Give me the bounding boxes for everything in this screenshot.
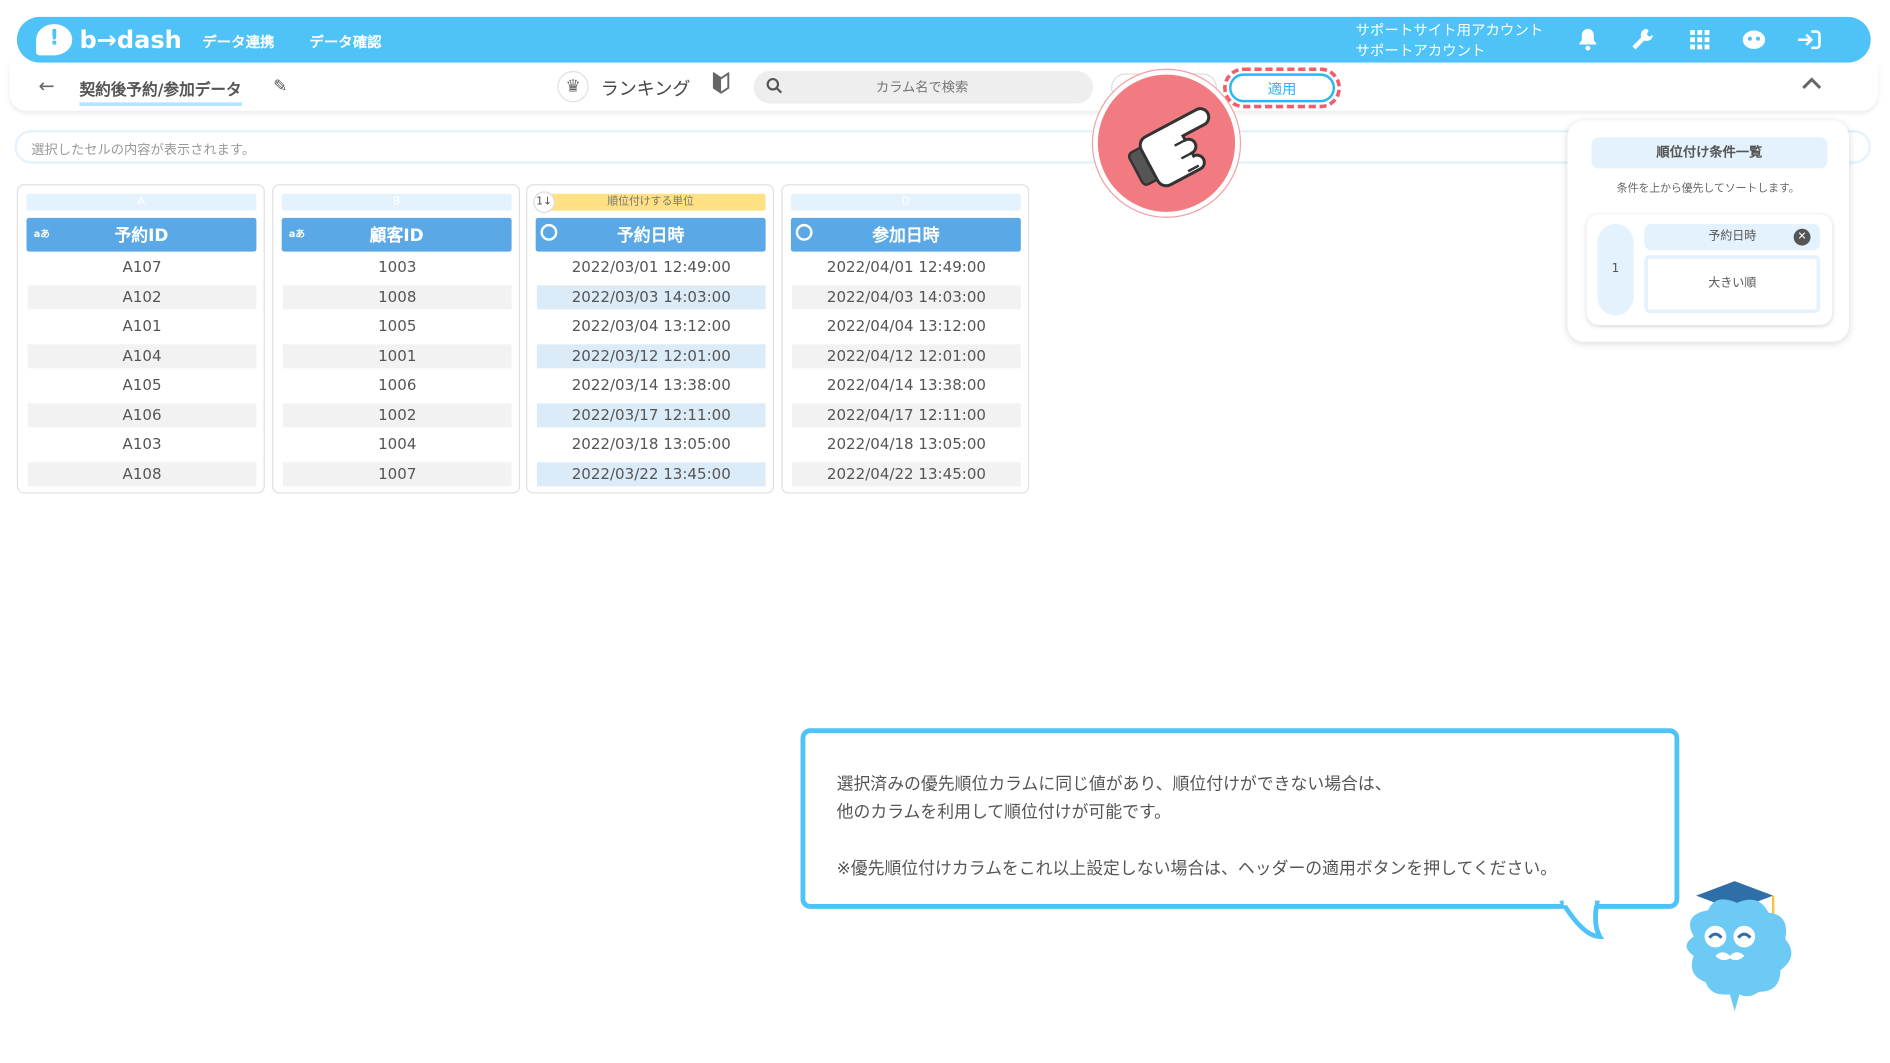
column-letter: D [790, 193, 1021, 211]
table-cell[interactable]: A107 [28, 255, 257, 279]
callout-tail [1559, 900, 1605, 939]
data-column-d[interactable]: D 参加日時 2022/04/01 12:49:00 2022/04/03 14… [781, 184, 1030, 494]
nav-data-integration[interactable]: データ連携 [202, 31, 274, 51]
wrench-icon[interactable] [1630, 26, 1656, 52]
grid-icon[interactable] [1687, 26, 1713, 52]
back-arrow-icon[interactable]: ← [39, 75, 55, 98]
table-cell[interactable]: 2022/04/17 12:11:00 [792, 402, 1021, 427]
collapse-chevron-icon[interactable] [1801, 72, 1823, 95]
table-cell[interactable]: 2022/03/22 13:45:00 [536, 461, 766, 486]
nav-data-check[interactable]: データ確認 [309, 31, 381, 51]
edit-pencil-icon[interactable]: ✎ [273, 77, 287, 96]
logout-icon[interactable] [1796, 26, 1822, 52]
table-cell[interactable]: A104 [27, 343, 257, 368]
column-letter: A [26, 193, 257, 211]
condition-column: 予約日時 ✕ [1644, 223, 1821, 251]
table-cell[interactable]: 2022/04/01 12:49:00 [792, 255, 1021, 279]
text-type-icon: aあ [288, 228, 306, 240]
account-line1: サポートサイト用アカウント [1355, 21, 1544, 39]
table-cell[interactable]: A108 [27, 461, 257, 486]
table-cell[interactable]: A102 [27, 284, 257, 309]
table-cell[interactable]: 2022/04/22 13:45:00 [792, 461, 1021, 486]
tutorial-callout: 選択済みの優先順位カラムに同じ値があり、順位付けができない場合は、 他のカラムを… [800, 728, 1680, 909]
remove-condition-icon[interactable]: ✕ [1793, 228, 1811, 246]
dataset-toolbar: ← 契約後予約/参加データ ✎ ♛ ランキング 適用 [9, 62, 1878, 111]
data-column-b[interactable]: B aあ 顧客ID 1003 1008 1005 1001 1006 1002 … [272, 184, 521, 494]
logo-text: b→dash [79, 25, 182, 55]
table-cell[interactable]: 1008 [282, 284, 512, 309]
datetime-clock-icon [795, 223, 813, 241]
ranking-unit-label: 順位付けする単位 [535, 193, 766, 211]
bdash-logo[interactable]: b→dash [36, 23, 182, 57]
ranking-label: ランキング [600, 78, 691, 100]
logo-bubble-icon [36, 24, 73, 56]
panel-title: 順位付け条件一覧 [1591, 137, 1828, 169]
column-header[interactable]: 参加日時 [790, 217, 1021, 252]
panel-description: 条件を上から優先してソートします。 [1616, 182, 1800, 196]
table-cell[interactable]: 2022/04/18 13:05:00 [792, 432, 1021, 456]
condition-column-label: 予約日時 [1708, 229, 1757, 244]
column-letter: B [281, 193, 512, 211]
datetime-clock-icon [540, 223, 558, 241]
column-search-input[interactable] [801, 75, 1043, 99]
dataset-title: 契約後予約/参加データ [79, 77, 242, 106]
column-header-label: 予約日時 [616, 226, 685, 246]
beginner-mark-icon[interactable] [712, 71, 730, 98]
account-line2: サポートアカウント [1355, 42, 1486, 59]
table-cell[interactable]: 2022/03/03 14:03:00 [536, 284, 766, 309]
selected-cell-text: 選択したセルの内容が表示されます。 [31, 142, 256, 158]
bell-icon[interactable] [1575, 26, 1601, 52]
table-cell[interactable]: 1002 [282, 402, 512, 427]
sort-order-select[interactable]: 大きい順 [1644, 255, 1821, 313]
table-cell[interactable]: 2022/03/17 12:11:00 [536, 402, 766, 427]
column-header[interactable]: aあ 顧客ID [281, 217, 512, 252]
data-column-a[interactable]: A aあ 予約ID A107 A102 A101 A104 A105 A106 … [16, 184, 265, 494]
mascot-icon[interactable] [1741, 26, 1767, 52]
table-cell[interactable]: 1004 [283, 432, 512, 456]
column-header[interactable]: aあ 予約ID [26, 217, 257, 252]
condition-priority-number: 1 [1597, 223, 1634, 316]
ranking-conditions-panel: 順位付け条件一覧 条件を上から優先してソートします。 1 予約日時 ✕ 大きい順 [1567, 120, 1850, 342]
column-header[interactable]: 予約日時 [535, 217, 766, 252]
table-cell[interactable]: 2022/03/01 12:49:00 [537, 255, 766, 279]
callout-line-3: ※優先順位付けカラムをこれ以上設定しない場合は、ヘッダーの適用ボタンを押してくだ… [836, 859, 1558, 879]
table-cell[interactable]: 2022/03/12 12:01:00 [536, 343, 766, 368]
search-icon [766, 77, 783, 99]
table-cell[interactable]: 2022/04/03 14:03:00 [792, 284, 1021, 309]
table-cell[interactable]: 2022/03/04 13:12:00 [537, 314, 766, 338]
table-cell[interactable]: 1005 [283, 314, 512, 338]
apply-button[interactable]: 適用 [1229, 73, 1336, 103]
callout-line-2: 他のカラムを利用して順位付けが可能です。 [836, 802, 1172, 823]
column-header-label: 顧客ID [369, 226, 424, 246]
table-cell[interactable]: 1003 [283, 255, 512, 279]
table-cell[interactable]: A106 [27, 402, 257, 427]
column-search[interactable] [753, 71, 1094, 104]
table-cell[interactable]: 2022/04/12 12:01:00 [792, 343, 1021, 368]
sort-order-badge[interactable]: 1↓ [533, 191, 555, 214]
column-header-label: 予約ID [114, 226, 169, 246]
mascot-guide-icon [1686, 881, 1792, 1012]
pointing-hand-icon [1093, 69, 1240, 217]
table-cell[interactable]: A105 [28, 373, 257, 397]
table-cell[interactable]: A103 [28, 432, 257, 456]
crown-icon: ♛ [557, 71, 589, 103]
callout-line-1: 選択済みの優先順位カラムに同じ値があり、順位付けができない場合は、 [836, 775, 1392, 795]
account-info[interactable]: サポートサイト用アカウント サポートアカウント [1355, 20, 1543, 61]
column-header-label: 参加日時 [872, 226, 940, 246]
table-cell[interactable]: 1006 [283, 373, 512, 397]
table-cell[interactable]: 1001 [282, 343, 512, 368]
table-cell[interactable]: 2022/04/04 13:12:00 [792, 314, 1021, 338]
ranking-condition-card[interactable]: 1 予約日時 ✕ 大きい順 [1587, 214, 1833, 325]
table-cell[interactable]: A101 [28, 314, 257, 338]
table-cell[interactable]: 2022/03/18 13:05:00 [537, 432, 766, 456]
table-cell[interactable]: 1007 [282, 461, 512, 486]
data-column-c-ranked[interactable]: 順位付けする単位 1↓ 予約日時 2022/03/01 12:49:00 202… [526, 184, 775, 494]
table-cell[interactable]: 2022/04/14 13:38:00 [792, 373, 1021, 397]
top-header: b→dash データ連携 データ確認 サポートサイト用アカウント サポートアカウ… [16, 16, 1871, 63]
text-type-icon: aあ [33, 228, 50, 240]
table-cell[interactable]: 2022/03/14 13:38:00 [537, 373, 766, 397]
